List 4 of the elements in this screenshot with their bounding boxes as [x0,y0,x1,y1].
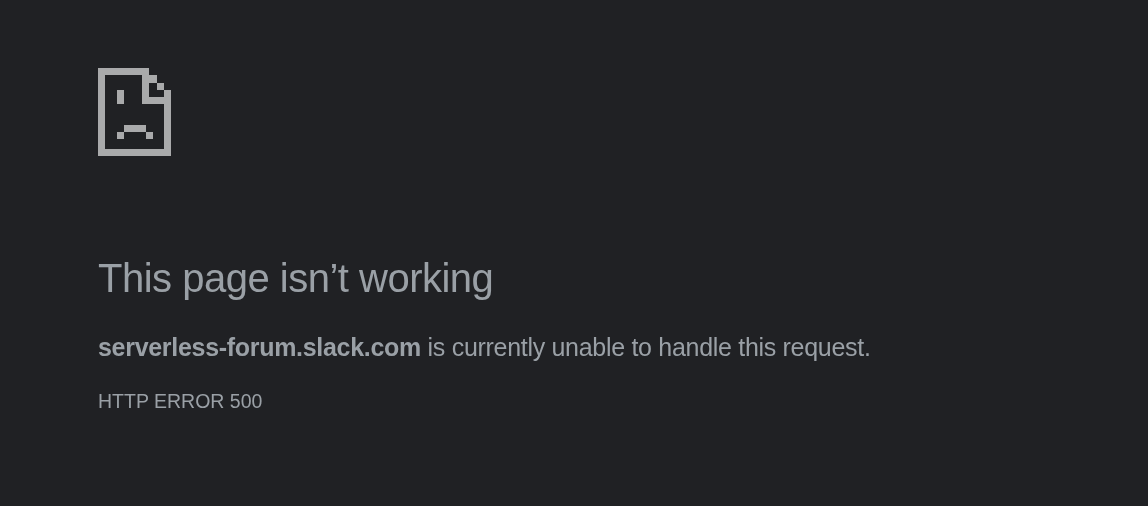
error-heading: This page isn’t working [98,255,494,302]
error-message: serverless-forum.slack.com is currently unable to handle this request. [98,332,871,363]
error-code: HTTP ERROR 500 [98,389,263,414]
sad-page-icon [98,68,171,156]
